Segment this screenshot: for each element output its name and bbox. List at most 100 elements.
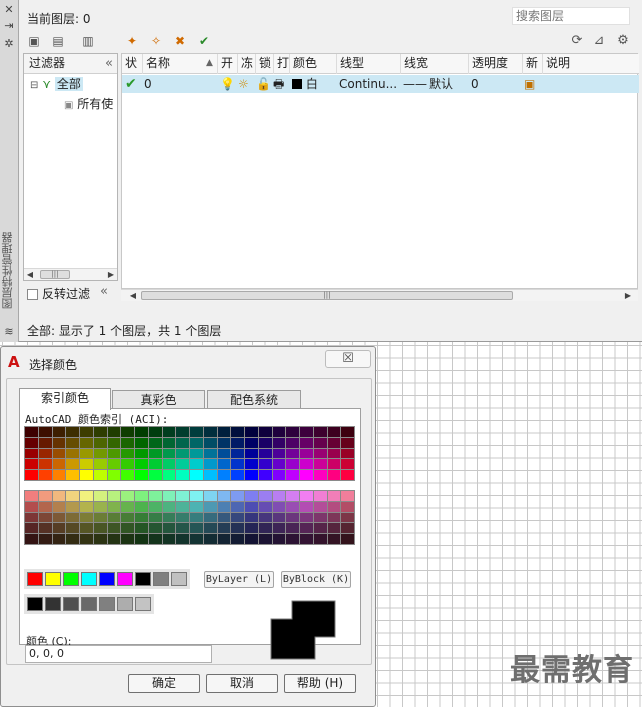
aci-swatch[interactable] xyxy=(217,512,231,523)
col-description[interactable]: 说明 xyxy=(542,54,639,74)
col-lock[interactable]: 锁 xyxy=(255,54,271,74)
aci-swatch[interactable] xyxy=(93,437,107,448)
aci-swatch[interactable] xyxy=(162,427,176,437)
col-transparency[interactable]: 透明度 xyxy=(468,54,522,74)
aci-swatch[interactable] xyxy=(66,470,79,480)
grey-color-swatch[interactable] xyxy=(117,597,133,611)
new-layer-icon[interactable]: ✦ xyxy=(124,34,140,48)
aci-swatch[interactable] xyxy=(107,470,121,480)
aci-swatch[interactable] xyxy=(245,523,258,534)
aci-palette-bottom[interactable] xyxy=(24,490,355,545)
aci-swatch[interactable] xyxy=(107,448,121,459)
aci-swatch[interactable] xyxy=(286,491,299,501)
aci-swatch[interactable] xyxy=(286,459,299,470)
grey-color-swatch[interactable] xyxy=(81,597,97,611)
aci-swatch[interactable] xyxy=(231,448,244,459)
aci-swatch[interactable] xyxy=(327,437,341,448)
aci-swatch[interactable] xyxy=(190,427,203,437)
col-freeze[interactable]: 冻 xyxy=(237,54,253,74)
grey-color-swatch[interactable] xyxy=(135,597,151,611)
bylayer-button[interactable]: ByLayer (L) xyxy=(204,571,274,588)
aci-swatch[interactable] xyxy=(313,470,327,480)
tab-true-color[interactable]: 真彩色 xyxy=(112,390,205,409)
close-icon[interactable]: ✕ xyxy=(3,4,15,16)
aci-swatch[interactable] xyxy=(162,470,176,480)
aci-swatch[interactable] xyxy=(245,512,258,523)
cancel-button[interactable]: 取消 xyxy=(206,674,278,693)
aci-swatch[interactable] xyxy=(52,523,66,534)
aci-swatch[interactable] xyxy=(341,459,354,470)
aci-swatch[interactable] xyxy=(217,470,231,480)
aci-swatch[interactable] xyxy=(217,427,231,437)
aci-swatch[interactable] xyxy=(38,512,52,523)
aci-swatch[interactable] xyxy=(217,491,231,501)
aci-swatch[interactable] xyxy=(52,512,66,523)
aci-swatch[interactable] xyxy=(190,437,203,448)
sun-thawed-icon[interactable]: ☼ xyxy=(238,75,249,93)
aci-swatch[interactable] xyxy=(203,512,217,523)
aci-swatch[interactable] xyxy=(52,470,66,480)
col-status[interactable]: 状 xyxy=(122,54,137,74)
aci-swatch[interactable] xyxy=(272,448,286,459)
aci-swatch[interactable] xyxy=(135,491,148,501)
aci-swatch[interactable] xyxy=(93,512,107,523)
aci-swatch[interactable] xyxy=(341,437,354,448)
aci-swatch[interactable] xyxy=(121,459,134,470)
aci-swatch[interactable] xyxy=(135,501,148,512)
aci-swatch[interactable] xyxy=(121,512,134,523)
aci-swatch[interactable] xyxy=(38,437,52,448)
aci-swatch[interactable] xyxy=(121,470,134,480)
aci-swatch[interactable] xyxy=(107,501,121,512)
aci-swatch[interactable] xyxy=(217,437,231,448)
aci-swatch[interactable] xyxy=(313,459,327,470)
standard-color-swatch[interactable] xyxy=(81,572,97,586)
aci-swatch[interactable] xyxy=(80,437,93,448)
aci-swatch[interactable] xyxy=(231,427,244,437)
aci-swatch[interactable] xyxy=(148,512,162,523)
aci-swatch[interactable] xyxy=(107,491,121,501)
aci-swatch[interactable] xyxy=(327,459,341,470)
layer-lineweight[interactable]: 默认 xyxy=(429,75,453,93)
aci-swatch[interactable] xyxy=(176,427,189,437)
aci-swatch[interactable] xyxy=(25,491,38,501)
aci-swatch[interactable] xyxy=(258,470,272,480)
layer-row[interactable]: ✔ 0 💡 ☼ 🔓 🖶 白 Continu... —— 默认 0 ▣ xyxy=(122,75,639,93)
aci-swatch[interactable] xyxy=(203,470,217,480)
aci-swatch[interactable] xyxy=(176,523,189,534)
scroll-right-icon[interactable]: ▶ xyxy=(622,290,634,301)
aci-swatch[interactable] xyxy=(52,491,66,501)
aci-swatch[interactable] xyxy=(66,523,79,534)
col-plot[interactable]: 打 xyxy=(273,54,289,74)
close-button[interactable]: ☒ xyxy=(325,350,371,368)
aci-swatch[interactable] xyxy=(66,512,79,523)
aci-swatch[interactable] xyxy=(25,512,38,523)
ok-button[interactable]: 确定 xyxy=(128,674,200,693)
aci-swatch[interactable] xyxy=(300,512,313,523)
aci-swatch[interactable] xyxy=(107,512,121,523)
aci-swatch[interactable] xyxy=(38,470,52,480)
aci-swatch[interactable] xyxy=(121,437,134,448)
col-new-vp-freeze[interactable]: 新 xyxy=(522,54,542,74)
aci-swatch[interactable] xyxy=(148,501,162,512)
set-current-icon[interactable]: ✔ xyxy=(196,34,212,48)
aci-swatch[interactable] xyxy=(313,491,327,501)
autohide-icon[interactable]: ⇥ xyxy=(3,20,15,32)
reverse-filter-checkbox[interactable]: 反转过滤 xyxy=(27,285,90,302)
refresh-icon[interactable]: ⟳ xyxy=(569,34,585,48)
layer-color-swatch[interactable]: 白 xyxy=(292,75,318,93)
aci-swatch[interactable] xyxy=(327,491,341,501)
aci-swatch[interactable] xyxy=(135,448,148,459)
aci-swatch[interactable] xyxy=(231,437,244,448)
aci-swatch[interactable] xyxy=(258,459,272,470)
aci-swatch[interactable] xyxy=(300,491,313,501)
aci-swatch[interactable] xyxy=(93,534,107,544)
aci-swatch[interactable] xyxy=(217,459,231,470)
col-lineweight[interactable]: 线宽 xyxy=(400,54,468,74)
aci-swatch[interactable] xyxy=(25,459,38,470)
aci-swatch[interactable] xyxy=(245,470,258,480)
aci-swatch[interactable] xyxy=(203,459,217,470)
expand-chevron-icon[interactable]: « xyxy=(100,284,108,299)
aci-swatch[interactable] xyxy=(25,523,38,534)
layer-linetype[interactable]: Continu... xyxy=(339,75,397,93)
aci-swatch[interactable] xyxy=(258,534,272,544)
